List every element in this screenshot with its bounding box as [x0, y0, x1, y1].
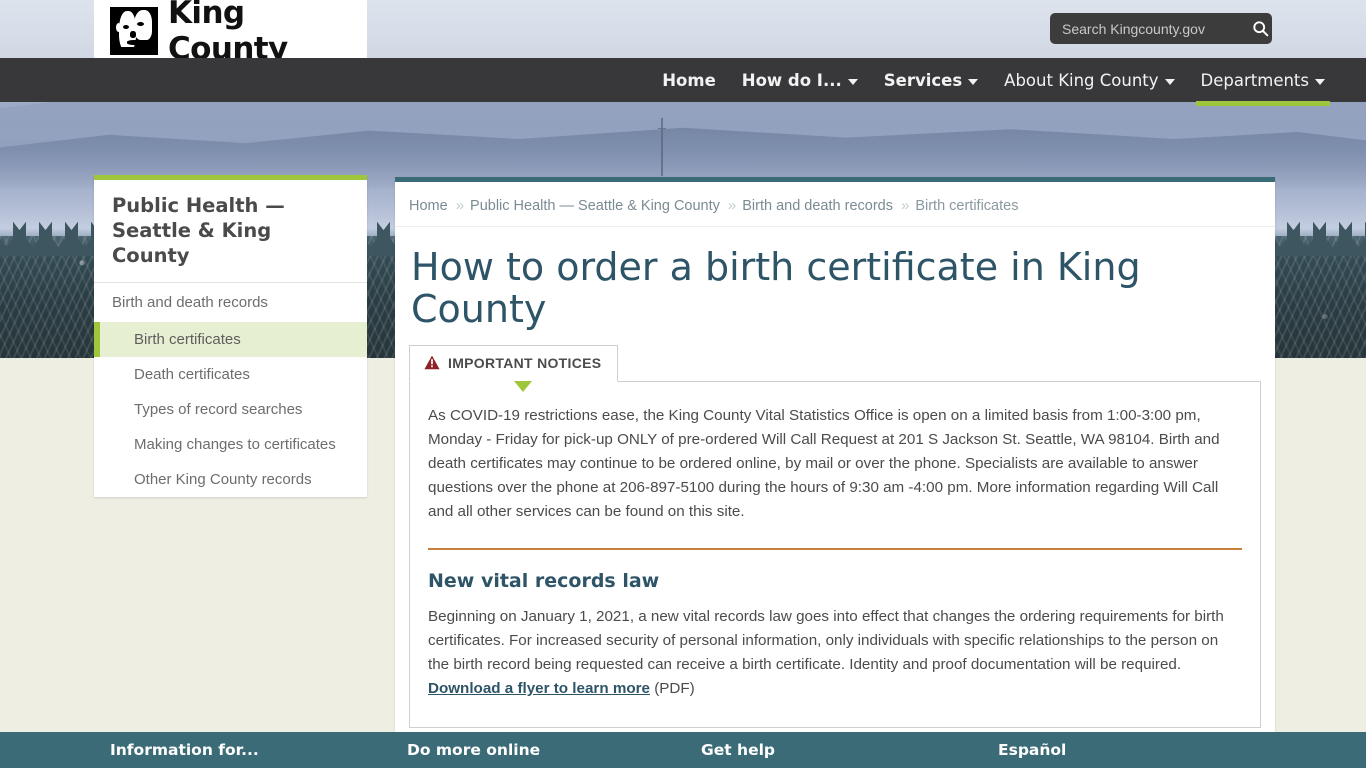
pdf-suffix: (PDF) — [649, 679, 695, 697]
sidebar-item-other-king-county-records[interactable]: Other King County records — [94, 462, 367, 497]
sidebar-item-label: Types of record searches — [134, 400, 303, 418]
sidebar-item-making-changes-to-certificates[interactable]: Making changes to certificates — [94, 427, 367, 462]
breadcrumb-separator-icon: » — [727, 197, 736, 214]
sidebar-item-types-of-record-searches[interactable]: Types of record searches — [94, 392, 367, 427]
search-input[interactable] — [1050, 20, 1249, 37]
important-notices-tab-label: IMPORTANT NOTICES — [448, 354, 602, 371]
download-flyer-link[interactable]: Download a flyer to learn more — [428, 680, 650, 697]
notice-sub-paragraph: Beginning on January 1, 2021, a new vita… — [428, 605, 1242, 701]
nav-item-departments[interactable]: Departments — [1188, 58, 1338, 106]
footer-bar: Information for... Do more online Get he… — [0, 732, 1366, 768]
footer-item-espanol[interactable]: Español — [998, 741, 1066, 759]
notice-sub-paragraph-text: Beginning on January 1, 2021, a new vita… — [428, 607, 1224, 673]
breadcrumb-item-public-health[interactable]: Public Health — Seattle & King County — [470, 198, 720, 214]
main-navigation: Home How do I... Services About King Cou… — [0, 58, 1366, 106]
breadcrumb-item-home[interactable]: Home — [409, 198, 448, 214]
sidebar-item-birth-and-death-records[interactable]: Birth and death records — [94, 283, 367, 322]
main-content-card: Home » Public Health — Seattle & King Co… — [395, 177, 1275, 768]
nav-label: How do I... — [741, 70, 842, 90]
chevron-down-icon — [1315, 78, 1325, 85]
chevron-down-icon — [847, 78, 858, 85]
important-notices-section: IMPORTANT NOTICES As COVID-19 restrictio… — [395, 344, 1275, 728]
sidebar-item-death-certificates[interactable]: Death certificates — [94, 357, 367, 392]
antenna-tower — [658, 118, 666, 176]
logo-wordmark: King County — [168, 0, 288, 67]
nav-label: Services — [883, 70, 963, 90]
left-sidebar: Public Health — Seattle & King County Bi… — [94, 175, 367, 497]
footer-item-do-more-online[interactable]: Do more online — [407, 741, 540, 759]
king-county-logo[interactable]: King County — [94, 0, 367, 67]
sidebar-item-birth-certificates[interactable]: Birth certificates — [94, 321, 367, 357]
sidebar-item-label: Other King County records — [134, 470, 312, 488]
search-button[interactable] — [1249, 13, 1272, 44]
important-notices-body: As COVID-19 restrictions ease, the King … — [409, 380, 1261, 728]
nav-item-home[interactable]: Home — [649, 58, 729, 102]
mlk-portrait-icon — [110, 6, 158, 55]
sidebar-item-label: Birth certificates — [134, 330, 241, 348]
nav-label: Departments — [1200, 70, 1309, 90]
nav-item-about-king-county[interactable]: About King County — [991, 58, 1187, 102]
footer-item-information-for[interactable]: Information for... — [110, 741, 259, 759]
search-box[interactable] — [1050, 13, 1272, 44]
nav-label: About King County — [1004, 70, 1159, 90]
notice-pointer-icon — [514, 380, 532, 392]
notice-paragraph: As COVID-19 restrictions ease, the King … — [428, 406, 1220, 520]
sidebar-title: Public Health — Seattle & King County — [94, 180, 367, 283]
breadcrumb-separator-icon: » — [455, 197, 464, 214]
sidebar-item-label: Making changes to certificates — [134, 435, 336, 453]
breadcrumb-item-current: Birth certificates — [915, 197, 1019, 214]
notice-divider — [428, 547, 1242, 550]
warning-triangle-icon — [424, 355, 440, 370]
search-icon — [1253, 21, 1269, 37]
footer-item-get-help[interactable]: Get help — [701, 741, 775, 759]
important-notices-tab[interactable]: IMPORTANT NOTICES — [409, 344, 619, 382]
notice-subheading: New vital records law — [428, 569, 660, 592]
nav-label: Home — [662, 70, 716, 90]
page-title: How to order a birth certificate in King… — [411, 245, 1141, 331]
breadcrumb: Home » Public Health — Seattle & King Co… — [395, 182, 1275, 227]
breadcrumb-separator-icon: » — [900, 197, 909, 214]
chevron-down-icon — [1164, 78, 1175, 85]
nav-item-services[interactable]: Services — [871, 58, 991, 102]
chevron-down-icon — [968, 78, 979, 85]
breadcrumb-item-birth-and-death-records[interactable]: Birth and death records — [742, 198, 893, 214]
page-root: King County Home How do I... Services Ab… — [0, 0, 1366, 768]
nav-item-how-do-i[interactable]: How do I... — [729, 58, 871, 102]
sidebar-item-label: Death certificates — [134, 365, 250, 383]
